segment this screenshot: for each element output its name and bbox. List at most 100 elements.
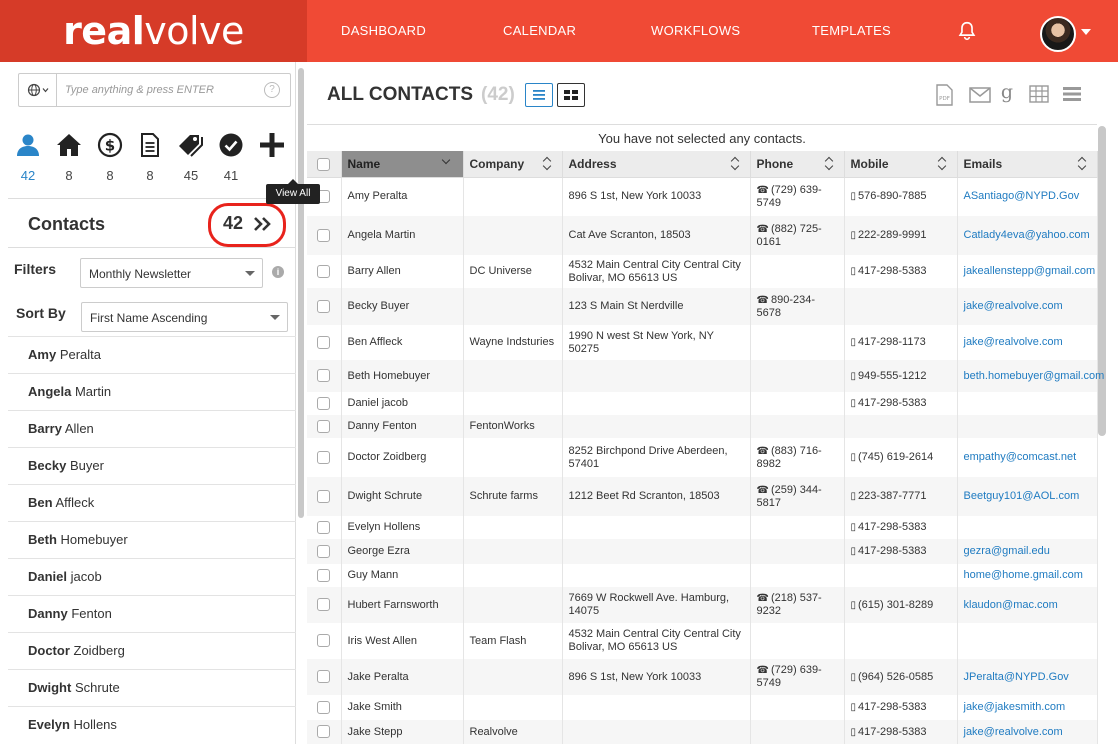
cell-email[interactable] bbox=[957, 516, 1098, 539]
contact-list-item[interactable]: Danny Fenton bbox=[8, 595, 296, 632]
globe-dropdown[interactable] bbox=[19, 74, 57, 106]
user-avatar[interactable] bbox=[1040, 16, 1076, 52]
table-row[interactable]: Dwight Schrute Schrute farms 1212 Beet Rd … bbox=[307, 477, 1098, 516]
table-row[interactable]: Jake Stepp Realvolve 417-298-5383 jake@real… bbox=[307, 720, 1098, 744]
contact-list-item[interactable]: Angela Martin bbox=[8, 373, 296, 410]
help-icon[interactable]: ? bbox=[264, 82, 280, 98]
nav-dashboard[interactable]: DASHBOARD bbox=[341, 0, 426, 62]
column-header-address[interactable]: Address bbox=[562, 151, 751, 178]
cell-name-text[interactable]: Hubert Farnsworth bbox=[348, 599, 439, 611]
cell-name[interactable]: Jake Stepp bbox=[341, 720, 464, 744]
row-checkbox[interactable] bbox=[317, 264, 331, 278]
cell-name-text[interactable]: Danny Fenton bbox=[348, 420, 417, 432]
cell-name[interactable]: Becky Buyer bbox=[341, 288, 464, 325]
contact-list-item[interactable]: Barry Allen bbox=[8, 410, 296, 447]
column-header-emails[interactable]: Emails bbox=[957, 151, 1098, 178]
table-row[interactable]: Angela Martin Cat Ave Scranton, 18503 (882… bbox=[307, 216, 1098, 255]
cell-name-text[interactable]: Daniel jacob bbox=[348, 397, 409, 409]
contact-list-item[interactable]: Becky Buyer bbox=[8, 447, 296, 484]
contact-list-item[interactable]: Doctor Zoidberg bbox=[8, 632, 296, 669]
bell-icon[interactable] bbox=[956, 20, 978, 42]
table-row[interactable]: Doctor Zoidberg 8252 Birchpond Drive Aber… bbox=[307, 438, 1098, 477]
column-header-phone[interactable]: Phone bbox=[750, 151, 845, 178]
cell-email-text[interactable]: beth.homebuyer@gmail.com bbox=[964, 370, 1105, 382]
cell-name-text[interactable]: Jake Smith bbox=[348, 701, 402, 713]
double-chevron-right-icon[interactable] bbox=[253, 216, 273, 232]
row-checkbox[interactable] bbox=[317, 634, 331, 648]
cell-name[interactable]: Doctor Zoidberg bbox=[341, 438, 464, 477]
row-checkbox[interactable] bbox=[317, 725, 331, 739]
column-header-name[interactable]: Name bbox=[341, 151, 464, 178]
cell-name-text[interactable]: Becky Buyer bbox=[348, 300, 410, 312]
row-checkbox[interactable] bbox=[317, 568, 331, 582]
cell-name-text[interactable]: Ben Affleck bbox=[348, 336, 403, 348]
cell-email-text[interactable]: home@home.gmail.com bbox=[964, 569, 1083, 581]
contact-list-item[interactable]: Dwight Schrute bbox=[8, 669, 296, 706]
column-header-mobile[interactable]: Mobile bbox=[844, 151, 958, 178]
category-tags[interactable]: 45 bbox=[171, 132, 211, 183]
cell-email[interactable]: jake@jakesmith.com bbox=[957, 695, 1098, 720]
cell-email-text[interactable]: jake@realvolve.com bbox=[964, 300, 1063, 312]
table-row[interactable]: Daniel jacob 417-298-5383 bbox=[307, 392, 1098, 415]
cell-email-text[interactable]: jake@realvolve.com bbox=[964, 726, 1063, 738]
cell-name-text[interactable]: Amy Peralta bbox=[348, 190, 408, 202]
category-people[interactable]: 42 bbox=[8, 132, 48, 183]
table-row[interactable]: Amy Peralta 896 S 1st, New York 10033 (729… bbox=[307, 177, 1098, 216]
cell-email-text[interactable]: gezra@gmail.edu bbox=[964, 545, 1050, 557]
table-row[interactable]: Jake Peralta 896 S 1st, New York 10033 (72… bbox=[307, 659, 1098, 695]
contact-list-item[interactable]: Amy Peralta bbox=[8, 336, 296, 373]
cell-name[interactable]: Amy Peralta bbox=[341, 177, 464, 216]
sidebar-scrollbar[interactable] bbox=[298, 68, 304, 518]
cell-name[interactable]: George Ezra bbox=[341, 539, 464, 564]
row-checkbox[interactable] bbox=[317, 450, 331, 464]
cell-email-text[interactable]: jake@jakesmith.com bbox=[964, 701, 1066, 713]
cell-email[interactable]: klaudon@mac.com bbox=[957, 587, 1098, 623]
row-checkbox[interactable] bbox=[317, 700, 331, 714]
cell-email-text[interactable]: ASantiago@NYPD.Gov bbox=[964, 190, 1080, 202]
cell-email[interactable]: beth.homebuyer@gmail.com bbox=[957, 360, 1104, 392]
main-scrollbar[interactable] bbox=[1098, 126, 1106, 436]
row-checkbox[interactable] bbox=[317, 228, 331, 242]
cell-email[interactable]: ASantiago@NYPD.Gov bbox=[957, 177, 1098, 216]
menu-icon[interactable] bbox=[1062, 87, 1082, 101]
row-checkbox[interactable] bbox=[317, 670, 331, 684]
contact-list-item[interactable]: Evelyn Hollens bbox=[8, 706, 296, 743]
row-checkbox[interactable] bbox=[317, 544, 331, 558]
cell-name[interactable]: Guy Mann bbox=[341, 564, 464, 587]
cell-name-text[interactable]: Guy Mann bbox=[348, 569, 399, 581]
cell-email[interactable]: jakeallenstepp@gmail.com bbox=[957, 255, 1098, 288]
cell-name-text[interactable]: Jake Peralta bbox=[348, 671, 409, 683]
cell-name[interactable]: Daniel jacob bbox=[341, 392, 464, 415]
cell-name[interactable]: Jake Smith bbox=[341, 695, 464, 720]
cell-email[interactable] bbox=[957, 392, 1098, 415]
cell-email[interactable] bbox=[957, 623, 1098, 659]
info-icon[interactable]: i bbox=[272, 266, 284, 278]
cell-name[interactable]: Jake Peralta bbox=[341, 659, 464, 695]
cell-email[interactable]: jake@realvolve.com bbox=[957, 720, 1098, 744]
category-dollar[interactable]: $ 8 bbox=[90, 132, 130, 183]
row-checkbox[interactable] bbox=[317, 396, 331, 410]
cell-email-text[interactable]: Beetguy101@AOL.com bbox=[964, 490, 1080, 502]
cell-name[interactable]: Danny Fenton bbox=[341, 415, 464, 438]
cell-name-text[interactable]: Barry Allen bbox=[348, 265, 401, 277]
row-checkbox[interactable] bbox=[317, 369, 331, 383]
list-view-button[interactable] bbox=[525, 83, 553, 107]
nav-workflows[interactable]: WORKFLOWS bbox=[651, 0, 740, 62]
cell-name[interactable]: Evelyn Hollens bbox=[341, 516, 464, 539]
sort-select[interactable]: First Name Ascending bbox=[81, 302, 288, 332]
cell-name[interactable]: Iris West Allen bbox=[341, 623, 464, 659]
cell-email-text[interactable]: klaudon@mac.com bbox=[964, 599, 1058, 611]
search-input[interactable] bbox=[65, 81, 255, 99]
cell-email-text[interactable]: jakeallenstepp@gmail.com bbox=[964, 265, 1096, 277]
cell-email[interactable]: home@home.gmail.com bbox=[957, 564, 1098, 587]
filter-select[interactable]: Monthly Newsletter bbox=[80, 258, 263, 288]
table-row[interactable]: Hubert Farnsworth 7669 W Rockwell Ave. Ha… bbox=[307, 587, 1098, 623]
row-checkbox[interactable] bbox=[317, 598, 331, 612]
cell-email[interactable]: jake@realvolve.com bbox=[957, 288, 1098, 325]
cell-name[interactable]: Angela Martin bbox=[341, 216, 464, 255]
contact-list-item[interactable]: Daniel jacob bbox=[8, 558, 296, 595]
contact-list-item[interactable]: Beth Homebuyer bbox=[8, 521, 296, 558]
table-row[interactable]: Beth Homebuyer 949-555-1212 beth.homebuyer… bbox=[307, 360, 1104, 392]
cell-email-text[interactable]: jake@realvolve.com bbox=[964, 336, 1063, 348]
cell-email-text[interactable]: Catlady4eva@yahoo.com bbox=[964, 229, 1090, 241]
